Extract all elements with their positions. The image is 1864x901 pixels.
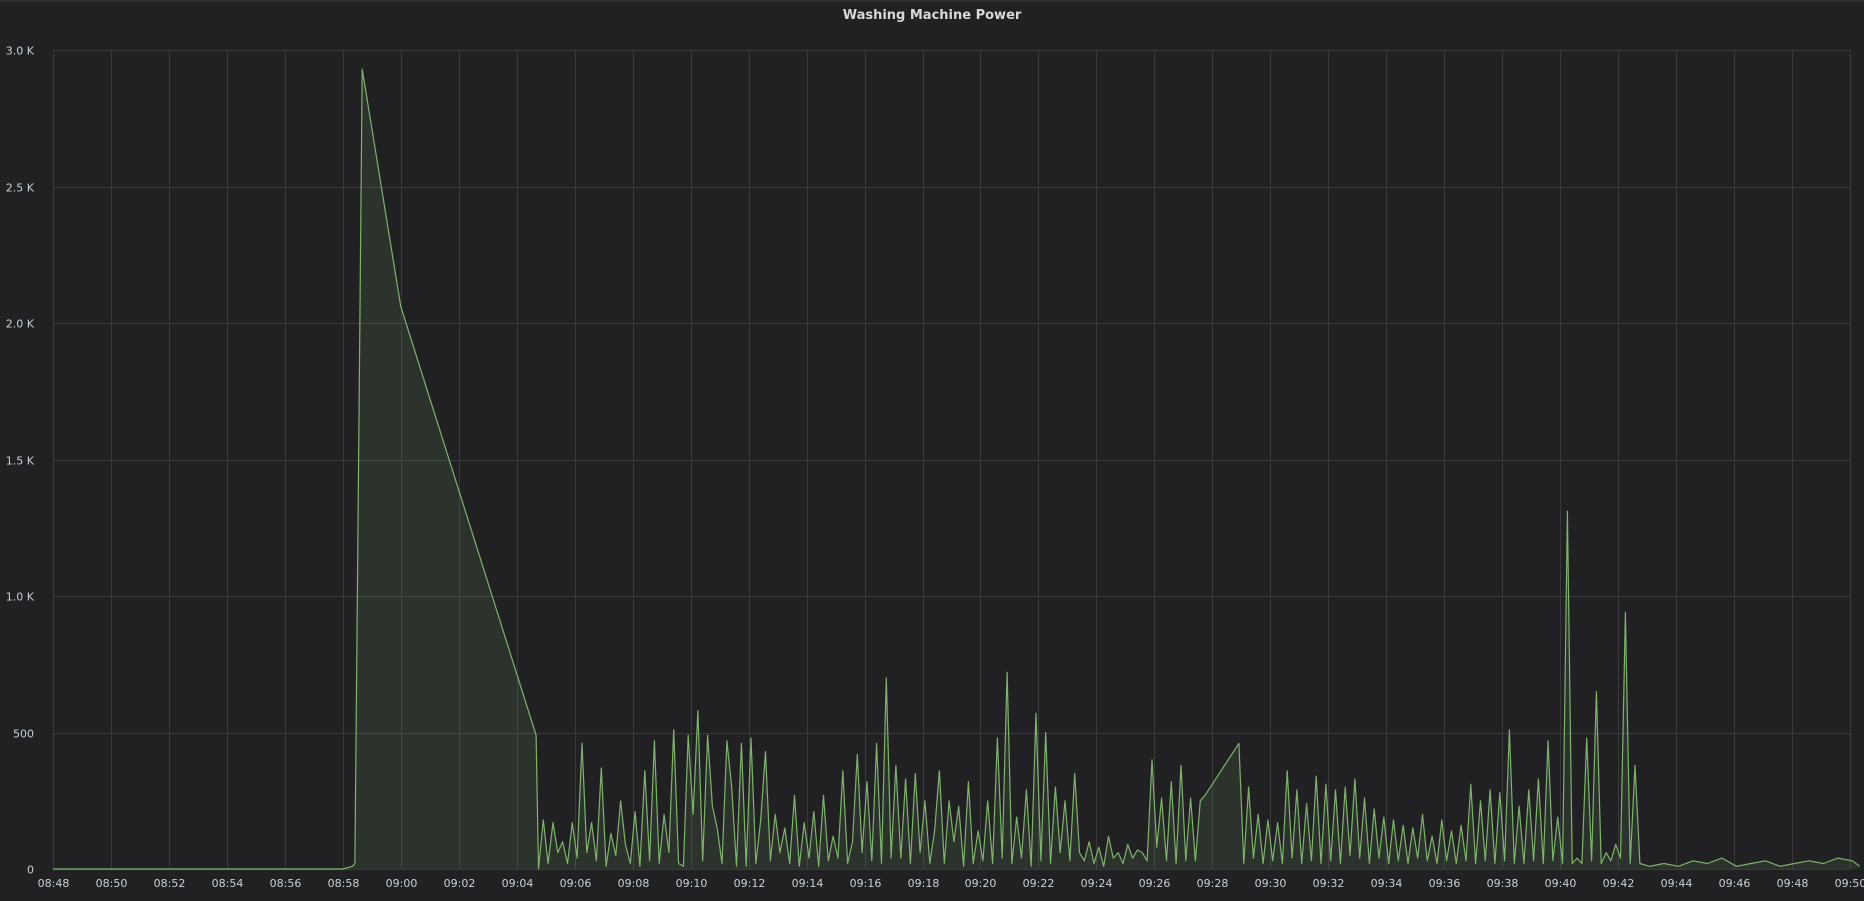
series-area — [53, 69, 1860, 870]
y-axis: 0 500 1.0 K 1.5 K 2.0 K 2.5 K 3.0 K — [6, 45, 35, 877]
y-tick-label: 1.5 K — [6, 455, 35, 468]
x-tick-label: 09:32 — [1313, 877, 1345, 890]
x-tick-label: 09:30 — [1255, 877, 1287, 890]
x-tick-label: 09:46 — [1719, 877, 1751, 890]
y-tick-label: 2.5 K — [6, 182, 35, 195]
x-tick-label: 09:02 — [444, 877, 476, 890]
x-axis: 08:48 08:50 08:52 08:54 08:56 08:58 09:00 09:02… — [38, 877, 1864, 890]
series-layer — [53, 68, 1861, 870]
x-tick-label: 09:16 — [850, 877, 882, 890]
x-tick-label: 09:42 — [1603, 877, 1635, 890]
x-tick-label: 09:08 — [618, 877, 650, 890]
x-tick-label: 09:44 — [1661, 877, 1693, 890]
y-tick-label: 500 — [13, 728, 34, 741]
series-line[interactable] — [53, 68, 1861, 870]
power-chart[interactable]: 0 500 1.0 K 1.5 K 2.0 K 2.5 K 3.0 K 08:48 08:50… — [0, 2, 1864, 901]
x-tick-label: 09:38 — [1487, 877, 1519, 890]
x-tick-label: 09:50 — [1835, 877, 1864, 890]
x-tick-label: 09:28 — [1197, 877, 1229, 890]
x-tick-label: 09:22 — [1023, 877, 1055, 890]
x-tick-label: 09:06 — [560, 877, 592, 890]
x-tick-label: 08:54 — [212, 877, 244, 890]
y-tick-label: 3.0 K — [6, 45, 35, 58]
x-tick-label: 08:52 — [154, 877, 186, 890]
x-tick-label: 09:36 — [1429, 877, 1461, 890]
x-tick-label: 09:26 — [1139, 877, 1171, 890]
x-tick-label: 09:18 — [908, 877, 940, 890]
x-tick-label: 09:12 — [734, 877, 766, 890]
x-tick-label: 08:50 — [96, 877, 128, 890]
x-tick-label: 09:24 — [1081, 877, 1113, 890]
y-tick-label: 1.0 K — [6, 591, 35, 604]
grid-layer — [53, 50, 1851, 870]
x-tick-label: 08:48 — [38, 877, 70, 890]
graph-panel: Washing Machine Power 0 500 1.0 K 1.5 K 2.0 … — [0, 0, 1864, 899]
x-tick-label: 09:40 — [1545, 877, 1577, 890]
y-tick-label: 2.0 K — [6, 318, 35, 331]
y-tick-label: 0 — [27, 864, 34, 877]
x-tick-label: 09:48 — [1777, 877, 1809, 890]
x-tick-label: 09:34 — [1371, 877, 1403, 890]
x-tick-label: 09:14 — [792, 877, 824, 890]
x-tick-label: 08:58 — [328, 877, 360, 890]
x-tick-label: 09:00 — [386, 877, 418, 890]
x-tick-label: 09:10 — [676, 877, 708, 890]
x-tick-label: 08:56 — [270, 877, 302, 890]
x-tick-label: 09:04 — [502, 877, 534, 890]
x-tick-label: 09:20 — [965, 877, 997, 890]
